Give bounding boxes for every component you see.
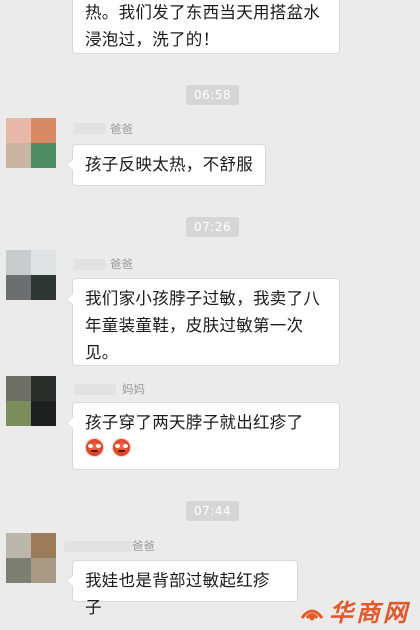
emoji-row <box>85 436 327 458</box>
avatar[interactable] <box>6 250 56 300</box>
blurred-name <box>64 541 132 552</box>
watermark-text: 华商网 <box>329 598 410 627</box>
avatar[interactable] <box>6 118 56 168</box>
sender-name: 爸爸 <box>110 122 133 136</box>
avatar[interactable] <box>6 533 56 583</box>
sender-name: 妈妈 <box>122 382 145 396</box>
message-text: 我们家小孩脖子过敏，我卖了八年童装童鞋，皮肤过敏第一次见。 <box>85 289 321 362</box>
blurred-name <box>74 384 116 395</box>
message-text: 我娃也是背部过敏起红疹子 <box>85 571 270 617</box>
blurred-name <box>74 123 106 134</box>
chat-window: 热。我们发了东西当天用搭盆水浸泡过，洗了的！ 06:58 爸爸 孩子反映太热，不… <box>0 0 420 630</box>
watermark: 华商网 <box>299 593 410 628</box>
message-bubble[interactable]: 孩子穿了两天脖子就出红疹了 <box>66 402 340 470</box>
angry-face-icon <box>85 438 104 457</box>
signal-logo-icon <box>300 609 324 620</box>
sender-name: 爸爸 <box>110 257 133 271</box>
avatar[interactable] <box>6 376 56 426</box>
timestamp: 07:26 <box>186 217 240 237</box>
message-bubble[interactable]: 我们家小孩脖子过敏，我卖了八年童装童鞋，皮肤过敏第一次见。 <box>66 278 340 366</box>
message-text: 孩子穿了两天脖子就出红疹了 <box>85 413 304 432</box>
message-text: 热。我们发了东西当天用搭盆水浸泡过，洗了的！ <box>85 3 321 49</box>
message-bubble[interactable]: 热。我们发了东西当天用搭盆水浸泡过，洗了的！ <box>72 0 340 54</box>
angry-face-icon <box>111 438 131 457</box>
message-bubble[interactable]: 孩子反映太热，不舒服 <box>66 144 266 186</box>
blurred-name <box>74 259 106 270</box>
message-bubble[interactable]: 我娃也是背部过敏起红疹子 <box>66 560 298 617</box>
timestamp: 06:58 <box>186 85 240 105</box>
message-text: 孩子反映太热，不舒服 <box>85 155 253 174</box>
sender-name: 爸爸 <box>132 539 155 553</box>
timestamp: 07:44 <box>186 501 240 521</box>
